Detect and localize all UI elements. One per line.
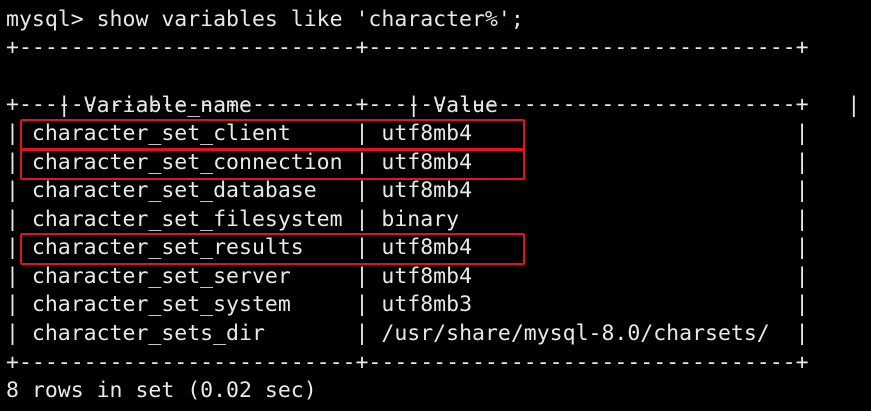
row-value: binary	[381, 206, 460, 232]
command-line: mysql> show variables like 'character%';	[6, 7, 524, 32]
row-value: utf8mb3	[381, 292, 473, 317]
terminal-window[interactable]: mysql> show variables like 'character%';…	[0, 0, 871, 411]
row-pipe-right: |	[782, 235, 809, 260]
row-value: utf8mb4	[381, 178, 473, 203]
result-footer: 8 rows in set (0.02 sec)	[6, 378, 317, 403]
highlight-box	[20, 147, 525, 180]
row-pipe-right: |	[782, 121, 809, 146]
row-pipe-mid: |	[342, 292, 382, 317]
row-variable-name: character_set_server	[31, 263, 291, 289]
highlight-box	[20, 119, 525, 151]
row-pipe-left: |	[6, 320, 32, 346]
row-variable-name: character_set_filesystem	[31, 206, 343, 232]
table-border-mid: +--------------------------+------------…	[6, 92, 809, 117]
row-pad	[291, 264, 343, 289]
row-pipe-right: |	[782, 149, 809, 175]
header-pipe-right: |	[834, 92, 861, 118]
table-row: | character_set_server | utf8mb4 |	[6, 263, 809, 292]
table-row: | character_set_database | utf8mb4 |	[6, 177, 809, 206]
row-pad	[459, 207, 783, 232]
row-pipe-mid: |	[342, 320, 382, 346]
table-row: | character_set_system | utf8mb3 |	[6, 291, 809, 320]
table-header-row: | Variable_name | Value |	[6, 63, 861, 118]
table-border-top: +--------------------------+------------…	[6, 35, 809, 60]
table-row: | character_sets_dir | /usr/share/mysql-…	[6, 320, 809, 349]
row-pipe-left: |	[6, 206, 32, 232]
row-pipe-left: |	[6, 292, 32, 317]
row-pipe-right: |	[782, 292, 809, 317]
row-pad	[291, 292, 343, 317]
row-pipe-mid: |	[342, 206, 382, 232]
row-variable-name: character_set_system	[31, 292, 291, 317]
row-pad	[317, 178, 343, 203]
table-row: | character_set_filesystem | binary |	[6, 206, 809, 235]
row-pad	[472, 292, 783, 317]
row-pad	[265, 321, 343, 346]
highlight-box	[20, 233, 525, 265]
row-pipe-mid: |	[342, 178, 382, 203]
row-value: /usr/share/mysql-8.0/charsets/	[381, 320, 770, 346]
row-pipe-right: |	[782, 263, 809, 289]
row-pipe-left: |	[6, 263, 32, 289]
row-value: utf8mb4	[381, 263, 473, 289]
row-pipe-right: |	[782, 178, 809, 203]
row-pipe-left: |	[6, 178, 32, 203]
table-border-bottom: +--------------------------+------------…	[6, 350, 809, 375]
row-pad	[770, 321, 783, 346]
row-variable-name: character_set_database	[31, 178, 317, 203]
row-pipe-right: |	[782, 320, 809, 346]
row-pad	[472, 264, 783, 289]
row-pipe-mid: |	[342, 263, 382, 289]
row-variable-name: character_sets_dir	[31, 320, 265, 346]
row-pipe-right: |	[782, 206, 809, 232]
row-pad	[472, 178, 783, 203]
